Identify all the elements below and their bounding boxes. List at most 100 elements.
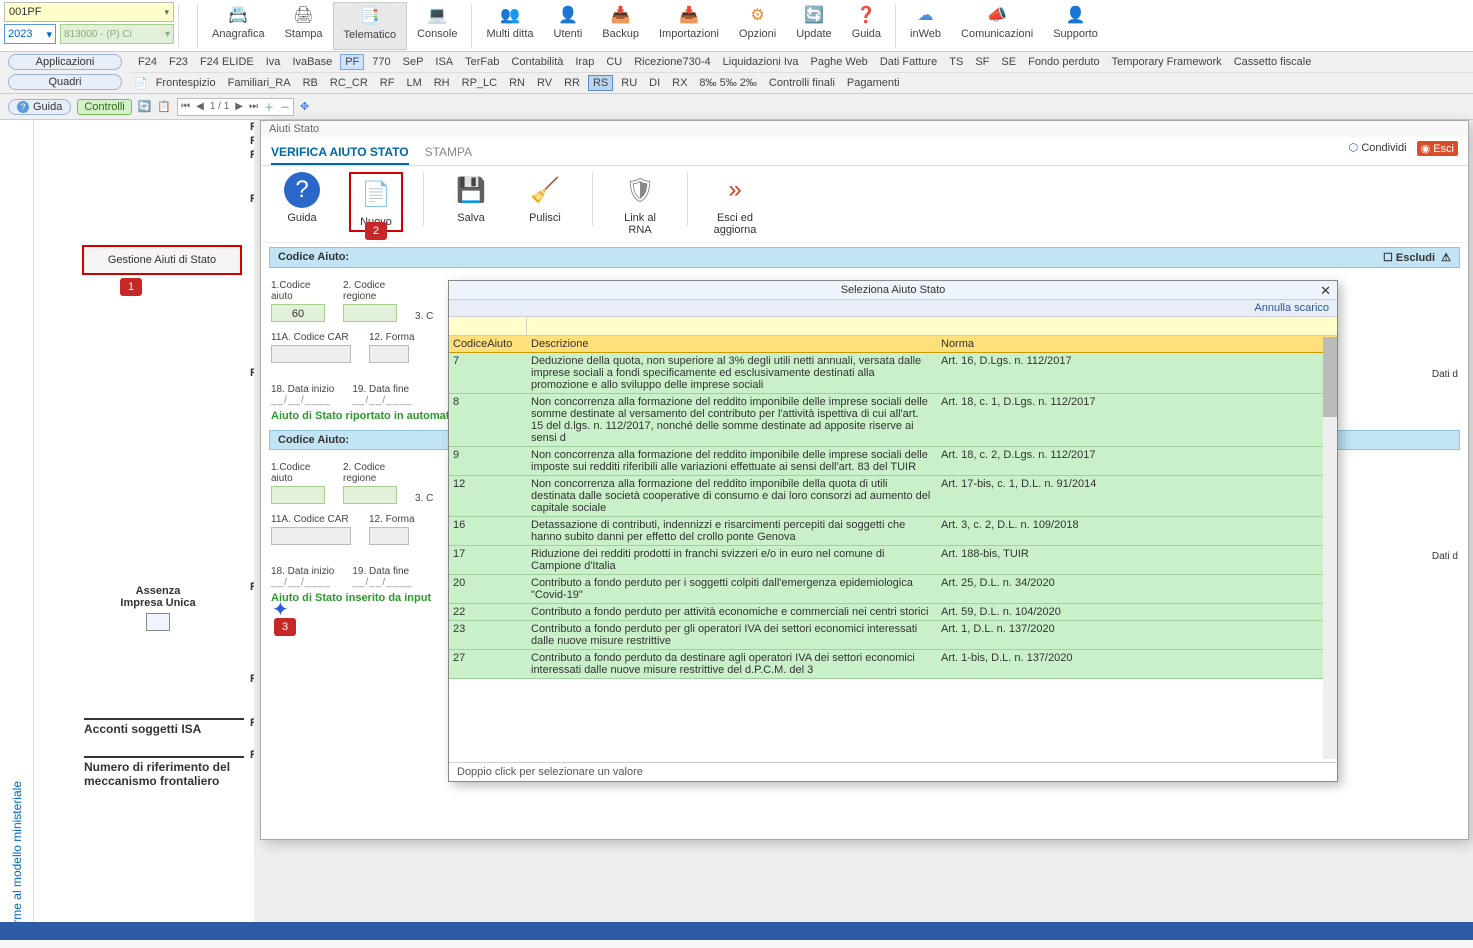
input-forma-2[interactable] bbox=[369, 527, 409, 545]
code-combo[interactable]: 001PF ▾ bbox=[4, 2, 174, 22]
add-icon[interactable]: ＋ bbox=[261, 99, 277, 114]
del-icon[interactable]: － bbox=[277, 99, 293, 114]
ribbon-update[interactable]: 🔄Update bbox=[786, 2, 841, 50]
ribbon-backup[interactable]: 📥Backup bbox=[592, 2, 649, 50]
last-icon[interactable]: ⏭ bbox=[246, 101, 261, 112]
table-row[interactable]: 8Non concorrenza alla formazione del red… bbox=[449, 394, 1337, 447]
tab-se[interactable]: SE bbox=[997, 55, 1020, 69]
guida-button[interactable]: ? Guida bbox=[8, 99, 71, 115]
ribbon-inweb[interactable]: ☁inWeb bbox=[900, 2, 951, 50]
tab-770[interactable]: 770 bbox=[368, 55, 394, 69]
tool-icon[interactable]: 📋 bbox=[157, 100, 171, 113]
tab-f24[interactable]: F24 bbox=[134, 55, 161, 69]
input-forma[interactable] bbox=[369, 345, 409, 363]
date-fine[interactable]: __/__/____ bbox=[352, 395, 412, 406]
close-icon[interactable]: ✕ bbox=[1320, 283, 1331, 299]
tab-sep[interactable]: SeP bbox=[399, 55, 428, 69]
tab-fondo perduto[interactable]: Fondo perduto bbox=[1024, 55, 1104, 69]
subtab-rb[interactable]: RB bbox=[299, 76, 322, 90]
tab-temporary framework[interactable]: Temporary Framework bbox=[1108, 55, 1226, 69]
input-codice-aiuto[interactable]: 60 bbox=[271, 304, 325, 322]
nuovo-button[interactable]: 📄Nuovo2 bbox=[349, 172, 403, 232]
ribbon-comunicazioni[interactable]: 📣Comunicazioni bbox=[951, 2, 1043, 50]
search-desc[interactable] bbox=[527, 317, 1337, 335]
share-button[interactable]: ⬡ Condividi bbox=[1349, 141, 1407, 156]
table-row[interactable]: 9Non concorrenza alla formazione del red… bbox=[449, 447, 1337, 476]
subtab-rn[interactable]: RN bbox=[505, 76, 529, 90]
date-fine-2[interactable]: __/__/____ bbox=[352, 577, 412, 588]
ribbon-console[interactable]: 💻Console bbox=[407, 2, 467, 50]
assenza-checkbox[interactable] bbox=[146, 613, 170, 631]
tab-ivabase[interactable]: IvaBase bbox=[288, 55, 336, 69]
year-combo[interactable]: 2023 ▾ bbox=[4, 24, 56, 44]
input-codice-regione-2[interactable] bbox=[343, 486, 397, 504]
quadri-button[interactable]: Quadri bbox=[8, 74, 122, 90]
subtab-rf[interactable]: RF bbox=[376, 76, 399, 90]
input-car-2[interactable] bbox=[271, 527, 351, 545]
tab-sf[interactable]: SF bbox=[971, 55, 993, 69]
guida-button[interactable]: ?Guida bbox=[275, 172, 329, 224]
tab-verifica[interactable]: VERIFICA AIUTO STATO bbox=[271, 141, 409, 165]
tab-iva[interactable]: Iva bbox=[262, 55, 285, 69]
subtab-lm[interactable]: LM bbox=[402, 76, 425, 90]
input-codice-aiuto-2[interactable] bbox=[271, 486, 325, 504]
prev-icon[interactable]: ◀ bbox=[193, 101, 207, 112]
subtab-rc_cr[interactable]: RC_CR bbox=[326, 76, 372, 90]
tab-dati fatture[interactable]: Dati Fatture bbox=[876, 55, 941, 69]
subtab-rx[interactable]: RX bbox=[668, 76, 691, 90]
table-row[interactable]: 20Contributo a fondo perduto per i sogge… bbox=[449, 575, 1337, 604]
pointer-icon[interactable]: ✥ bbox=[300, 100, 309, 113]
scroll-thumb[interactable] bbox=[1323, 337, 1337, 417]
esciagg-button[interactable]: »Esci ed aggiorna bbox=[708, 172, 762, 236]
tab-stampa[interactable]: STAMPA bbox=[425, 141, 473, 165]
tab-terfab[interactable]: TerFab bbox=[461, 55, 503, 69]
first-icon[interactable]: ⏮ bbox=[178, 101, 193, 112]
pulisci-button[interactable]: 🧹Pulisci bbox=[518, 172, 572, 224]
tab-isa[interactable]: ISA bbox=[431, 55, 457, 69]
date-inizio[interactable]: __/__/____ bbox=[271, 395, 334, 406]
ribbon-anagrafica[interactable]: 📇Anagrafica bbox=[202, 2, 275, 50]
input-codice-regione[interactable] bbox=[343, 304, 397, 322]
subtab-ru[interactable]: RU bbox=[617, 76, 641, 90]
pager[interactable]: ⏮ ◀ 1 / 1 ▶ ⏭ ＋ － bbox=[177, 98, 294, 116]
applicazioni-button[interactable]: Applicazioni bbox=[8, 54, 122, 70]
side-tab[interactable]: nforme al modello ministeriale bbox=[0, 120, 34, 940]
tab-f23[interactable]: F23 bbox=[165, 55, 192, 69]
ribbon-supporto[interactable]: 👤Supporto bbox=[1043, 2, 1108, 50]
subtab-rs[interactable]: RS bbox=[588, 75, 613, 91]
tab-irap[interactable]: Irap bbox=[571, 55, 598, 69]
table-row[interactable]: 22Contributo a fondo perduto per attivit… bbox=[449, 604, 1337, 621]
escludi-check[interactable]: ☐ Escludi ⚠ bbox=[1383, 251, 1451, 264]
ribbon-guida[interactable]: ❓Guida bbox=[842, 2, 891, 50]
table-row[interactable]: 7Deduzione della quota, non superiore al… bbox=[449, 353, 1337, 394]
subtab-controlli finali[interactable]: Controlli finali bbox=[765, 76, 839, 90]
table-row[interactable]: 12Non concorrenza alla formazione del re… bbox=[449, 476, 1337, 517]
gestione-aiuti-button[interactable]: Gestione Aiuti di Stato bbox=[82, 245, 242, 275]
search-code[interactable] bbox=[449, 317, 527, 335]
date-inizio-2[interactable]: __/__/____ bbox=[271, 577, 334, 588]
subtab-8‰ 5‰ 2‰[interactable]: 8‰ 5‰ 2‰ bbox=[695, 76, 760, 90]
ribbon-multi ditta[interactable]: 👥Multi ditta bbox=[476, 2, 543, 50]
tab-cu[interactable]: CU bbox=[602, 55, 626, 69]
subtab-rp_lc[interactable]: RP_LC bbox=[458, 76, 501, 90]
tab-contabilità[interactable]: Contabilità bbox=[507, 55, 567, 69]
subtab-frontespizio[interactable]: Frontespizio bbox=[152, 76, 220, 90]
tab-paghe web[interactable]: Paghe Web bbox=[807, 55, 872, 69]
ribbon-stampa[interactable]: 🖨Stampa bbox=[275, 2, 333, 50]
subtab-familiari_ra[interactable]: Familiari_RA bbox=[224, 76, 295, 90]
linkrna-button[interactable]: 🛡Link al RNA bbox=[613, 172, 667, 236]
subtab-di[interactable]: DI bbox=[645, 76, 664, 90]
scrollbar[interactable] bbox=[1323, 337, 1337, 759]
subtab-rv[interactable]: RV bbox=[533, 76, 556, 90]
input-car[interactable] bbox=[271, 345, 351, 363]
subtab-pagamenti[interactable]: Pagamenti bbox=[843, 76, 904, 90]
account-combo[interactable]: 813000 - (P) Ci ▾ bbox=[60, 24, 174, 44]
esci-button[interactable]: ◉ Esci bbox=[1417, 141, 1458, 156]
controlli-button[interactable]: Controlli bbox=[77, 99, 131, 115]
table-row[interactable]: 16Detassazione di contributi, indennizzi… bbox=[449, 517, 1337, 546]
tab-cassetto fiscale[interactable]: Cassetto fiscale bbox=[1230, 55, 1316, 69]
subtab-rr[interactable]: RR bbox=[560, 76, 584, 90]
refresh-icon[interactable]: 🔄 bbox=[138, 100, 152, 113]
table-row[interactable]: 27Contributo a fondo perduto da destinar… bbox=[449, 650, 1337, 679]
tab-ts[interactable]: TS bbox=[945, 55, 967, 69]
